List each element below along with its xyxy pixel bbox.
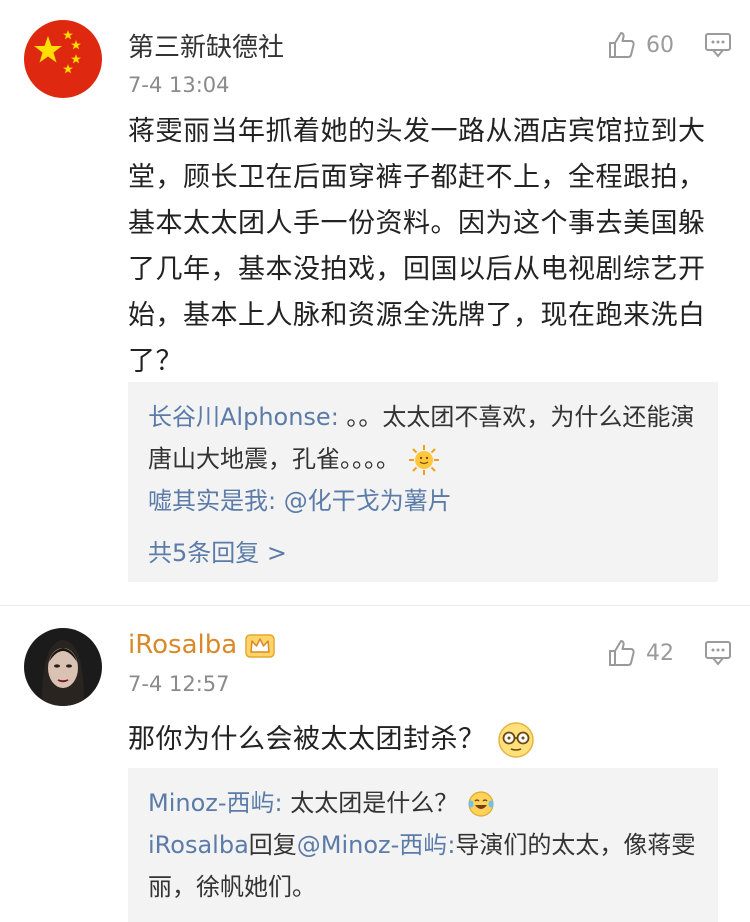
like-button[interactable]: 42 — [606, 638, 674, 668]
laugh-tears-emoji-icon — [468, 791, 494, 817]
comment-item: 第三新缺德社 7-4 13:04 60 蒋雯丽当年抓着她的头发一路从酒店宾馆拉到… — [0, 0, 750, 605]
avatar[interactable] — [24, 20, 102, 98]
sun-emoji-icon — [408, 445, 439, 475]
reply-comment-icon[interactable] — [704, 640, 732, 666]
username-text[interactable]: iRosalba — [128, 630, 237, 660]
username[interactable]: 第三新缺德社 — [128, 27, 284, 64]
reply-separator: : — [274, 789, 283, 817]
user-portrait-avatar-icon — [24, 628, 102, 706]
comment-text: 那你为什么会被太太团封杀？ — [128, 717, 728, 763]
reply-item[interactable]: 嘘其实是我: @化干戈为薯片 — [148, 480, 698, 522]
more-replies-text[interactable]: 共5条回复 > — [148, 532, 287, 574]
reply-item[interactable]: iRosalba回复@Minoz-西屿:导演们的太太，像蒋雯丽，徐帆她们。 — [148, 824, 698, 908]
more-replies-link[interactable]: 共5条回复 > — [148, 532, 698, 574]
reply-author[interactable]: 长谷川Alphonse — [148, 403, 331, 431]
timestamp: 7-4 12:57 — [128, 672, 230, 696]
avatar[interactable] — [24, 628, 102, 706]
reply-item[interactable]: 长谷川Alphonse: 。。太太团不喜欢，为什么还能演唐山大地震，孔雀。。。。 — [148, 396, 698, 480]
comment-text-content: 那你为什么会被太太团封杀？ — [128, 724, 486, 755]
thumbs-up-icon — [609, 640, 635, 666]
reply-text: 太太团是什么？ — [282, 789, 459, 817]
reply-comment-icon[interactable] — [704, 32, 732, 58]
timestamp: 7-4 13:04 — [128, 73, 230, 97]
comment-actions: 42 — [606, 638, 732, 668]
comment-actions: 60 — [606, 30, 732, 60]
reply-mention[interactable]: @化干戈为薯片 — [276, 487, 452, 515]
crown-vip-icon — [245, 634, 275, 658]
like-button[interactable]: 60 — [606, 30, 674, 60]
like-count: 60 — [646, 32, 674, 58]
comment-item: iRosalba 7-4 12:57 42 那你为什么会被太太团封杀？ Mino… — [0, 605, 750, 922]
username[interactable]: iRosalba — [128, 630, 275, 660]
username-text[interactable]: 第三新缺德社 — [128, 27, 284, 64]
china-flag-avatar-icon — [24, 20, 102, 98]
nerd-glasses-emoji-icon — [497, 722, 534, 758]
reply-list[interactable]: 长谷川Alphonse: 。。太太团不喜欢，为什么还能演唐山大地震，孔雀。。。。… — [128, 382, 718, 582]
reply-separator: : — [268, 487, 277, 515]
reply-verb: 回复 — [248, 831, 297, 859]
reply-author[interactable]: iRosalba — [148, 831, 249, 859]
reply-author[interactable]: 嘘其实是我 — [148, 487, 268, 515]
like-count: 42 — [646, 640, 674, 666]
thumbs-up-icon — [609, 32, 635, 58]
reply-mention[interactable]: @Minoz-西屿 — [297, 831, 448, 859]
reply-item[interactable]: Minoz-西屿: 太太团是什么？ — [148, 782, 698, 824]
comment-text: 蒋雯丽当年抓着她的头发一路从酒店宾馆拉到大堂，顾长卫在后面穿裤子都赶不上，全程跟… — [128, 116, 706, 377]
reply-author[interactable]: Minoz-西屿 — [148, 789, 275, 817]
reply-separator: : — [330, 403, 339, 431]
reply-list[interactable]: Minoz-西屿: 太太团是什么？ iRosalba回复@Minoz-西屿:导演… — [128, 768, 718, 922]
